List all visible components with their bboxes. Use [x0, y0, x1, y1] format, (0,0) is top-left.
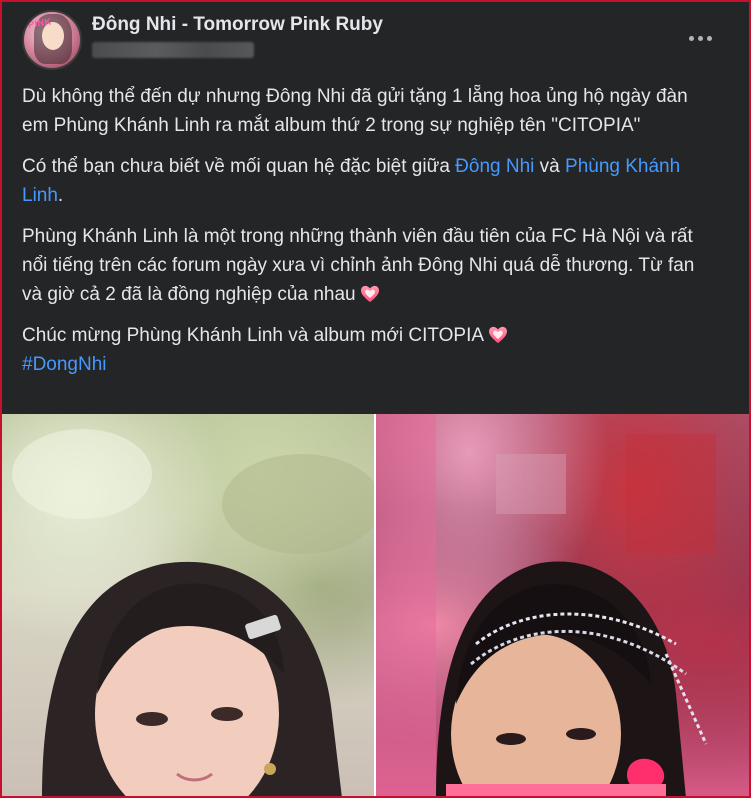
- paragraph-3: Phùng Khánh Linh là một trong những thàn…: [22, 222, 712, 309]
- heart-emoji-icon: [360, 285, 379, 303]
- hashtag-dongnhi-link[interactable]: #DongNhi: [22, 354, 107, 375]
- dot-icon: [688, 35, 694, 41]
- more-options-icon[interactable]: [684, 26, 716, 50]
- portrait-illustration-right: [376, 414, 716, 796]
- portrait-illustration-left: [12, 429, 374, 796]
- dot-icon: [706, 35, 712, 41]
- author-avatar[interactable]: PINK: [22, 10, 82, 70]
- post-timestamp-blurred: [92, 42, 254, 58]
- paragraph-2-conjunction: và: [534, 156, 566, 177]
- paragraph-2: Có thể bạn chưa biết về mối quan hệ đặc …: [22, 152, 712, 210]
- paragraph-2-period: .: [57, 185, 64, 206]
- paragraph-4: Chúc mừng Phùng Khánh Linh và album mới …: [22, 321, 712, 379]
- post-body: Dù không thể đến dự nhưng Đông Nhi đã gử…: [22, 82, 712, 391]
- photo-phung-khanh-linh[interactable]: [376, 414, 749, 796]
- dot-icon: [697, 35, 703, 41]
- mention-dong-nhi-link[interactable]: Đông Nhi: [455, 156, 534, 177]
- paragraph-1: Dù không thể đến dự nhưng Đông Nhi đã gử…: [22, 82, 712, 140]
- photo-grid: [2, 414, 749, 796]
- paragraph-2-text: Có thể bạn chưa biết về mối quan hệ đặc …: [22, 156, 456, 177]
- post-header: PINK Đông Nhi - Tomorrow Pink Ruby: [2, 2, 749, 74]
- paragraph-1-text: Dù không thể đến dự nhưng Đông Nhi đã gử…: [22, 86, 688, 136]
- facebook-post: PINK Đông Nhi - Tomorrow Pink Ruby Dù kh…: [0, 0, 751, 798]
- paragraph-4-text: Chúc mừng Phùng Khánh Linh và album mới …: [22, 325, 485, 346]
- heart-emoji-icon: [489, 326, 508, 344]
- paragraph-3-text: Phùng Khánh Linh là một trong những thàn…: [22, 226, 695, 305]
- author-name-link[interactable]: Đông Nhi - Tomorrow Pink Ruby: [92, 14, 383, 36]
- photo-dong-nhi[interactable]: [2, 414, 374, 796]
